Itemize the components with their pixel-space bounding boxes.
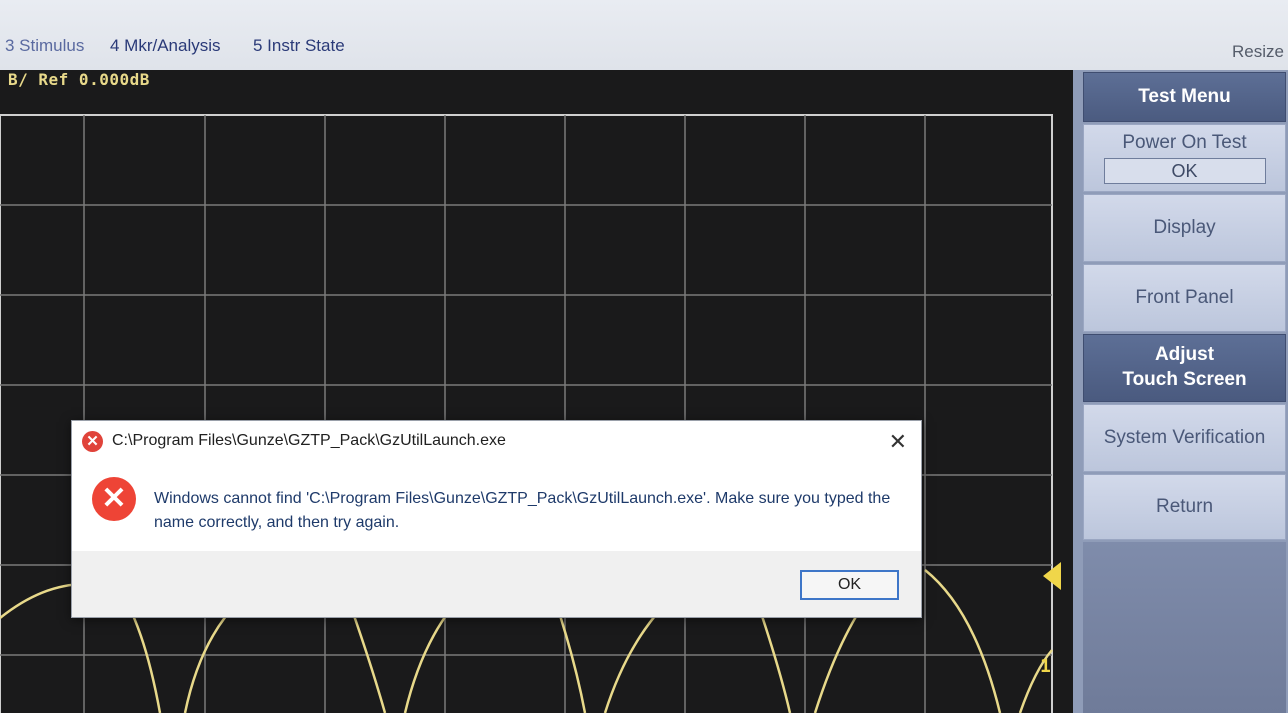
menu-stimulus[interactable]: 3 Stimulus <box>5 36 84 56</box>
softkey-front-panel[interactable]: Front Panel <box>1083 264 1286 332</box>
dialog-titlebar[interactable]: ✕ C:\Program Files\Gunze\GZTP_Pack\GzUti… <box>72 421 921 461</box>
softkey-panel: Test Menu Power On Test OK Display Front… <box>1073 70 1288 713</box>
dialog-footer: OK <box>72 551 921 617</box>
adjust-touch-line1: Adjust <box>1154 344 1215 366</box>
softkey-title: Test Menu <box>1083 72 1286 122</box>
softkey-system-verification-label: System Verification <box>1103 427 1266 448</box>
marker-label: 1 <box>1040 656 1051 677</box>
adjust-touch-line2: Touch Screen <box>1122 369 1247 390</box>
softkey-display-label: Display <box>1153 217 1216 238</box>
menu-instr-state[interactable]: 5 Instr State <box>253 36 345 56</box>
resize-button[interactable]: Resize <box>1232 42 1284 62</box>
ok-button[interactable]: OK <box>800 570 899 600</box>
menu-bar: 3 Stimulus 4 Mkr/Analysis 5 Instr State … <box>0 0 1288 70</box>
dialog-title: C:\Program Files\Gunze\GZTP_Pack\GzUtilL… <box>112 432 506 449</box>
softkey-blank <box>1083 542 1286 713</box>
power-on-test-status: OK <box>1103 158 1266 184</box>
power-on-test-label: Power On Test <box>1122 132 1247 153</box>
softkey-return-label: Return <box>1155 496 1214 517</box>
error-small-icon: ✕ <box>82 431 103 452</box>
softkey-title-label: Test Menu <box>1138 86 1231 107</box>
softkey-return[interactable]: Return <box>1083 474 1286 540</box>
error-dialog: ✕ C:\Program Files\Gunze\GZTP_Pack\GzUti… <box>71 420 922 618</box>
menu-mkr-analysis[interactable]: 4 Mkr/Analysis <box>110 36 221 56</box>
marker-arrow-icon <box>1043 562 1061 590</box>
softkey-display[interactable]: Display <box>1083 194 1286 262</box>
dialog-message: Windows cannot find 'C:\Program Files\Gu… <box>154 490 891 531</box>
softkey-adjust-touch-screen[interactable]: Adjust Touch Screen <box>1083 334 1286 402</box>
softkey-front-panel-label: Front Panel <box>1135 287 1234 308</box>
trace-scale-ref: B/ Ref 0.000dB <box>8 70 150 89</box>
softkey-power-on-test[interactable]: Power On Test OK <box>1083 124 1286 192</box>
softkey-system-verification[interactable]: System Verification <box>1083 404 1286 472</box>
close-icon[interactable]: ✕ <box>889 429 907 455</box>
error-icon: ✕ <box>92 477 136 521</box>
